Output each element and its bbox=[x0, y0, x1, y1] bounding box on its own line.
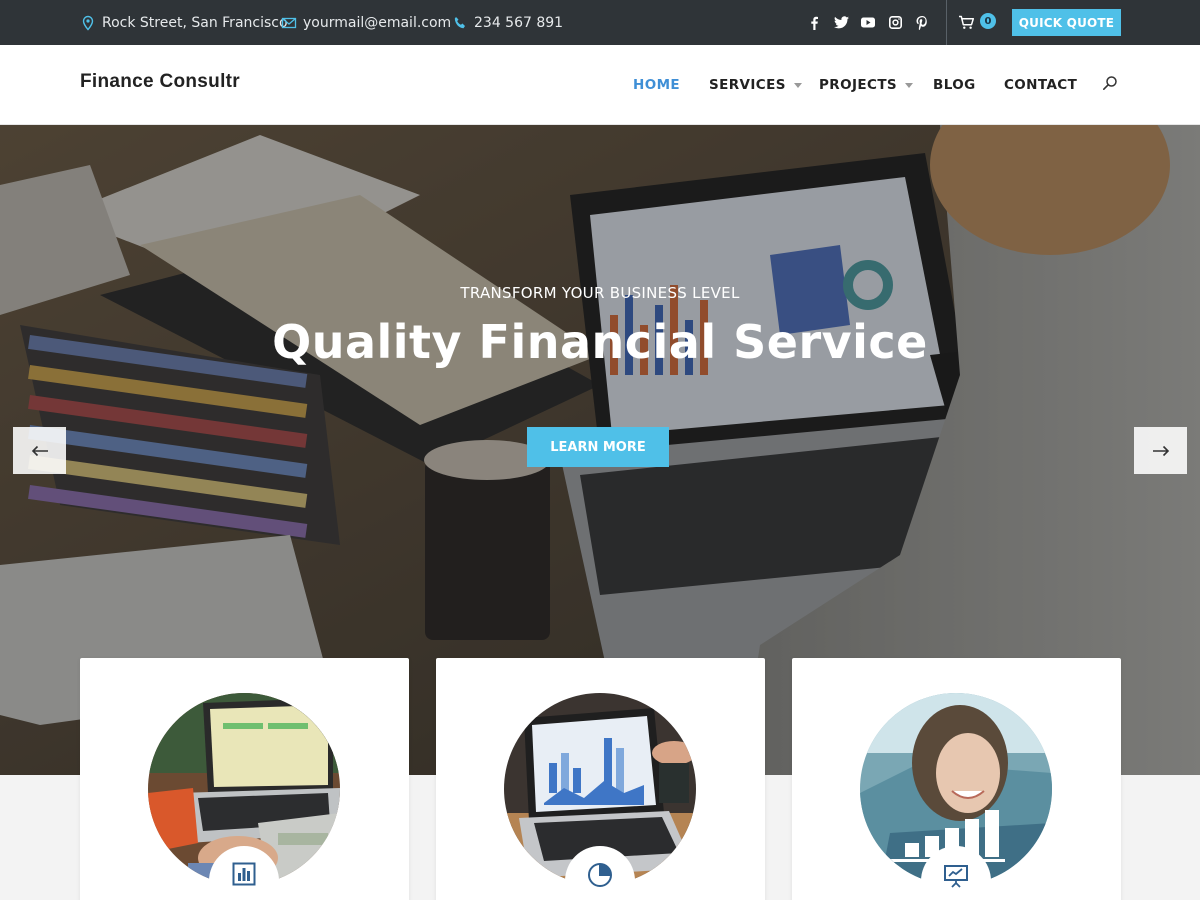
email-text[interactable]: yourmail@email.com bbox=[303, 15, 451, 31]
instagram-icon[interactable] bbox=[887, 15, 903, 31]
arrow-right-icon bbox=[1152, 445, 1169, 456]
nav-blog[interactable]: BLOG bbox=[933, 75, 976, 95]
bar-chart-icon bbox=[232, 862, 256, 886]
learn-more-button[interactable]: LEARN MORE bbox=[527, 427, 669, 467]
feature-card[interactable] bbox=[80, 658, 409, 900]
presentation-icon bbox=[944, 865, 968, 888]
nav-projects[interactable]: PROJECTS bbox=[819, 75, 914, 95]
feature-card[interactable] bbox=[436, 658, 765, 900]
phone-info[interactable]: 234 567 891 bbox=[452, 0, 563, 45]
nav-home[interactable]: HOME bbox=[633, 75, 680, 95]
nav-home-label: HOME bbox=[633, 77, 681, 93]
cart-button[interactable]: 0 bbox=[958, 12, 998, 32]
location-pin-icon bbox=[82, 15, 94, 31]
phone-icon bbox=[454, 16, 465, 28]
feature-card[interactable] bbox=[792, 658, 1121, 900]
address-text: Rock Street, San Francisco bbox=[102, 14, 288, 31]
facebook-icon[interactable] bbox=[806, 15, 822, 31]
nav-contact-label: CONTACT bbox=[1004, 77, 1078, 93]
slider-prev-button[interactable] bbox=[13, 427, 66, 474]
arrow-left-icon bbox=[31, 445, 48, 456]
main-header: Finance Consultr HOME SERVICES PROJECTS … bbox=[0, 45, 1200, 125]
cart-count-badge: 0 bbox=[980, 13, 996, 29]
nav-contact[interactable]: CONTACT bbox=[1004, 75, 1077, 95]
pinterest-icon[interactable] bbox=[914, 15, 930, 31]
address-info: Rock Street, San Francisco bbox=[80, 0, 288, 45]
hero-title: Quality Financial Service bbox=[272, 315, 928, 369]
pie-chart-icon bbox=[588, 863, 612, 887]
email-info[interactable]: yourmail@email.com bbox=[281, 0, 451, 45]
topbar-divider bbox=[946, 0, 947, 45]
shopping-cart-icon bbox=[959, 15, 975, 29]
chevron-down-icon bbox=[905, 82, 914, 88]
slider-next-button[interactable] bbox=[1134, 427, 1187, 474]
top-bar: Rock Street, San Francisco yourmail@emai… bbox=[0, 0, 1200, 45]
site-logo[interactable]: Finance Consultr bbox=[80, 71, 240, 93]
twitter-icon[interactable] bbox=[833, 15, 849, 31]
nav-blog-label: BLOG bbox=[933, 77, 976, 93]
search-icon[interactable] bbox=[1102, 75, 1118, 91]
nav-services-label: SERVICES bbox=[709, 77, 786, 93]
hero-subtitle: TRANSFORM YOUR BUSINESS LEVEL bbox=[460, 284, 740, 302]
quick-quote-button[interactable]: QUICK QUOTE bbox=[1012, 9, 1121, 36]
youtube-icon[interactable] bbox=[860, 15, 876, 31]
mail-icon bbox=[281, 17, 297, 28]
nav-services[interactable]: SERVICES bbox=[709, 75, 802, 95]
social-links bbox=[806, 0, 930, 45]
chevron-down-icon bbox=[793, 82, 802, 88]
phone-text[interactable]: 234 567 891 bbox=[474, 15, 563, 31]
nav-projects-label: PROJECTS bbox=[819, 77, 898, 93]
